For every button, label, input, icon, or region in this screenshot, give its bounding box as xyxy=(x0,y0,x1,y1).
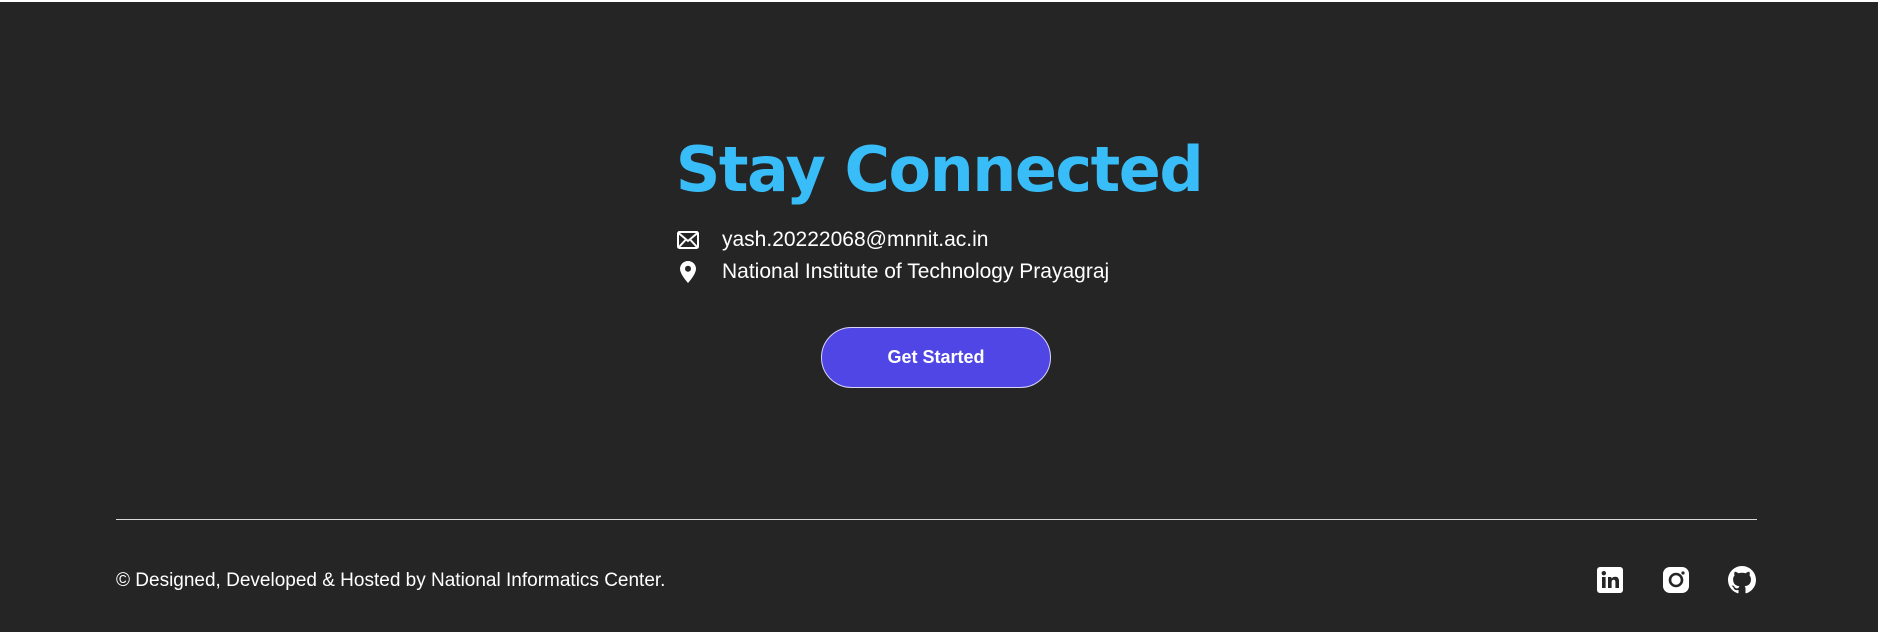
section-title: Stay Connected xyxy=(675,133,1204,206)
copyright-text: © Designed, Developed & Hosted by Nation… xyxy=(116,570,666,591)
contact-email-text[interactable]: yash.20222068@mnnit.ac.in xyxy=(722,228,989,252)
linkedin-icon[interactable] xyxy=(1596,566,1624,594)
contact-location-row: National Institute of Technology Prayagr… xyxy=(676,256,1109,288)
contact-location-text: National Institute of Technology Prayagr… xyxy=(722,260,1110,283)
footer-divider xyxy=(116,519,1757,520)
contact-email-row: yash.20222068@mnnit.ac.in xyxy=(676,224,1109,256)
map-pin-icon xyxy=(676,260,700,284)
github-icon[interactable] xyxy=(1728,566,1756,594)
social-links xyxy=(1596,566,1756,594)
get-started-button[interactable]: Get Started xyxy=(821,327,1051,388)
instagram-icon[interactable] xyxy=(1662,566,1690,594)
envelope-icon xyxy=(676,228,700,252)
page: Stay Connected yash.20222068@mnnit.ac.in xyxy=(0,0,1878,632)
contact-list: yash.20222068@mnnit.ac.in National Insti… xyxy=(676,224,1109,288)
